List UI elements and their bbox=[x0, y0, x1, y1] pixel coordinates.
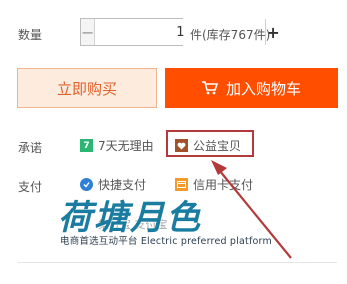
promise-item-label: 7天无理由 bbox=[98, 139, 154, 153]
add-to-cart-button[interactable]: 加入购物车 bbox=[165, 68, 338, 108]
watermark-logo: 集分宝 支付宝 荷塘月色 电商首选互动平台 Electric preferred… bbox=[58, 188, 278, 250]
promise-item-7day-return[interactable]: 7 7天无理由 bbox=[80, 137, 154, 154]
cart-icon bbox=[201, 81, 218, 95]
watermark-subtitle: 电商首选互动平台 Electric preferred platform bbox=[60, 236, 272, 247]
add-to-cart-label: 加入购物车 bbox=[225, 79, 301, 98]
stock-text: 件(库存767件) bbox=[190, 28, 271, 42]
quantity-label: 数量 bbox=[18, 28, 43, 42]
payment-label: 支付 bbox=[18, 180, 43, 194]
watermark-title: 荷塘月色 bbox=[58, 198, 202, 238]
highlight-box bbox=[166, 130, 254, 157]
promise-label: 承诺 bbox=[18, 141, 43, 155]
seven-day-icon: 7 bbox=[80, 139, 93, 152]
divider bbox=[18, 262, 337, 263]
decrease-quantity-button[interactable]: − bbox=[81, 19, 96, 45]
quantity-stepper: − + bbox=[80, 18, 280, 46]
buy-now-button[interactable]: 立即购买 bbox=[17, 68, 157, 108]
